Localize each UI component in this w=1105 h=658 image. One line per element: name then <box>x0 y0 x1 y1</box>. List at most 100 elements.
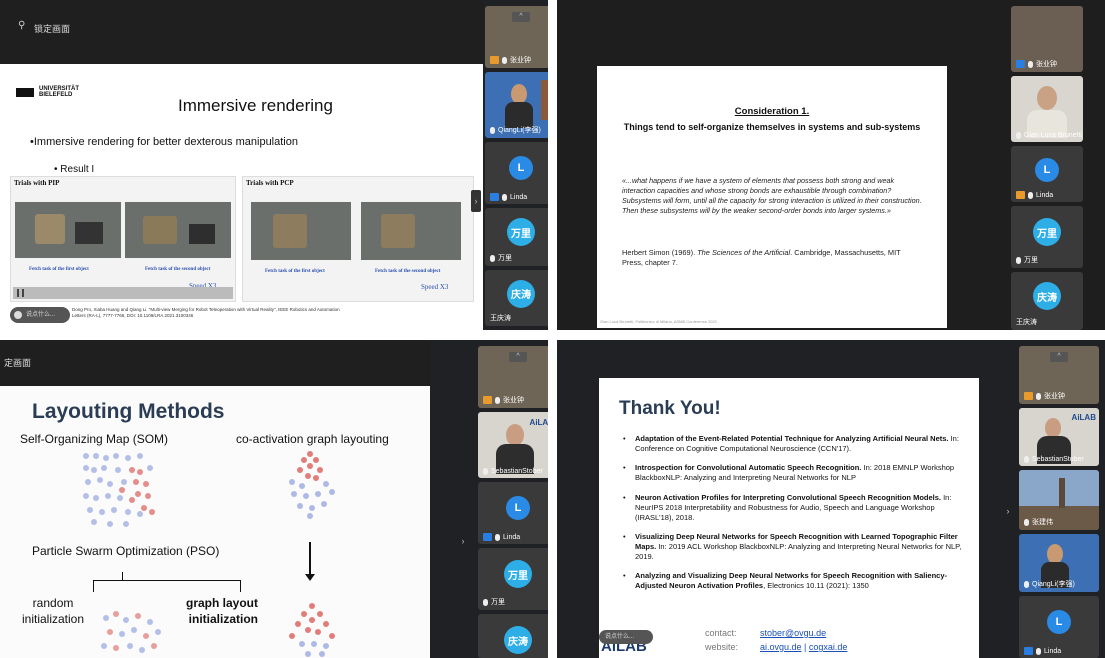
slide-subbullet: • Result I <box>54 164 95 175</box>
participant-tile[interactable]: 庆涛 王庆涛 <box>1011 272 1083 330</box>
participant-tile[interactable]: QiangLi(李强) <box>1019 534 1099 592</box>
participant-tile[interactable]: ^ 张业钟 <box>478 346 548 408</box>
host-icon <box>1016 60 1025 68</box>
mic-icon <box>1024 580 1029 588</box>
mic-icon <box>1036 392 1041 400</box>
video-controls[interactable] <box>13 287 233 299</box>
participant-strip: ^ 张业钟 AiLAB SebastianStober L Linda 万里 万… <box>478 346 548 658</box>
avatar: 万里 <box>504 560 532 589</box>
participant-strip: ^ 张业钟 QiangLi(李强) L Linda 万里 万里 庆涛 王庆涛 <box>485 6 548 330</box>
graph-layout-label: graph layout initialization <box>186 596 259 626</box>
avatar: 庆涛 <box>507 279 535 308</box>
mic-icon <box>1024 456 1029 463</box>
participant-tile[interactable]: L Linda <box>1011 146 1083 202</box>
participant-tile[interactable]: 万里 万里 <box>478 548 548 610</box>
mic-icon <box>483 598 488 606</box>
expand-icon[interactable]: ^ <box>512 12 530 22</box>
meeting-window-1: ⚲ 锁定画面 UNIVERSITÄT BIELEFELD Immersive r… <box>0 0 548 330</box>
participant-tile[interactable]: AiLAB SebastianStober <box>478 412 548 478</box>
avatar: 庆涛 <box>1033 282 1061 311</box>
caption: Fetch task of the second object <box>375 269 441 274</box>
participant-tile[interactable]: Gian Luca Brunetti <box>1011 76 1083 142</box>
video-frame <box>125 202 231 258</box>
slide-quote: «...what happens if we have a system of … <box>622 176 922 215</box>
pso-tree <box>93 572 243 592</box>
participant-strip: 张业钟 Gian Luca Brunetti L Linda 万里 万里 庆涛 … <box>1011 6 1083 330</box>
mic-icon <box>1016 132 1021 139</box>
caption: Fetch task of the first object <box>265 269 325 274</box>
participant-tile[interactable]: AiLAB SebastianStober <box>1019 408 1099 466</box>
participant-strip: ^ 张业钟 AiLAB SebastianStober 张建伟 QiangLi(… <box>1019 346 1099 658</box>
participant-tile[interactable]: ^ 张业钟 <box>1019 346 1099 404</box>
website-row: website: ai.ovgu.de | cogxai.de <box>705 642 848 652</box>
avatar: L <box>1047 610 1071 635</box>
chat-input[interactable]: 说点什么... <box>599 630 653 644</box>
website-link[interactable]: cogxai.de <box>809 642 848 652</box>
collapse-arrow[interactable]: › <box>1003 500 1013 522</box>
participant-tile[interactable]: L Linda <box>478 482 548 544</box>
slide-footer: Gian Luca Brunetti, Politecnico di Milan… <box>600 319 717 324</box>
mic-icon <box>1016 256 1021 264</box>
toolbar-title[interactable]: 锁定画面 <box>34 22 70 35</box>
website-link[interactable]: ai.ovgu.de <box>760 642 802 652</box>
participant-tile[interactable]: 张业钟 <box>1011 6 1083 72</box>
university-logo: UNIVERSITÄT BIELEFELD <box>16 86 79 98</box>
pin-icon[interactable]: ⚲ <box>18 20 25 31</box>
expand-icon[interactable]: ^ <box>1050 352 1068 362</box>
host-icon <box>490 193 499 201</box>
random-init-visualization <box>101 611 161 653</box>
mic-icon <box>483 468 488 475</box>
participant-tile[interactable]: 张建伟 <box>1019 470 1099 530</box>
meeting-window-3: 定画面 Layouting Methods Self-Organizing Ma… <box>0 340 548 658</box>
down-arrow <box>309 542 311 576</box>
panel-title: Trials with PCP <box>246 179 294 187</box>
mic-icon <box>502 193 507 201</box>
chat-input[interactable]: 说点什么... <box>10 307 70 323</box>
contact-link[interactable]: stober@ovgu.de <box>760 628 826 638</box>
avatar: L <box>509 156 533 181</box>
toolbar-title[interactable]: 定画面 <box>4 356 31 369</box>
mic-icon <box>495 396 500 404</box>
participant-tile[interactable]: 庆涛 <box>478 614 548 658</box>
participant-tile[interactable]: 万里 万里 <box>485 208 548 266</box>
toolbar: 定画面 <box>0 340 430 386</box>
participant-tile[interactable]: 万里 万里 <box>1011 206 1083 268</box>
participant-tile[interactable]: L Linda <box>485 142 548 204</box>
host-icon <box>483 396 492 404</box>
mic-icon <box>502 56 507 64</box>
participant-tile[interactable]: ^ 张业钟 <box>485 6 548 68</box>
avatar: 庆涛 <box>504 626 532 655</box>
participant-tile[interactable]: 庆涛 王庆涛 <box>485 270 548 326</box>
collapse-arrow[interactable]: › <box>458 530 468 552</box>
slide-subheading: Things tend to self-organize themselves … <box>623 122 921 132</box>
host-icon <box>1024 647 1033 655</box>
host-icon <box>490 56 499 64</box>
ailab-logo: AiLAB <box>1071 413 1096 422</box>
avatar: L <box>506 496 530 521</box>
mic-icon <box>490 254 495 262</box>
slide-footer: Dong Pro, Xiaba Huang and Qiang Li. "Mul… <box>72 307 340 319</box>
caption: Fetch task of the first object <box>29 267 89 272</box>
mic-icon <box>1028 60 1033 68</box>
host-icon <box>1024 392 1033 400</box>
caption: Fetch task of the second object <box>145 267 211 272</box>
contact-row: contact: stober@ovgu.de <box>705 628 827 638</box>
reference-item: • Neuron Activation Profiles for Interpre… <box>623 492 952 522</box>
shared-slide: Consideration 1. Things tend to self-org… <box>597 66 947 328</box>
coact-label: co-activation graph layouting <box>236 432 389 446</box>
participant-tile[interactable]: QiangLi(李强) <box>485 72 548 138</box>
mic-icon <box>495 533 500 541</box>
ailab-logo: AiLAB <box>529 418 548 427</box>
shared-slide: UNIVERSITÄT BIELEFELD Immersive renderin… <box>0 64 483 330</box>
host-icon <box>483 533 492 541</box>
slide-title: Immersive rendering <box>178 96 333 115</box>
coactivation-visualization <box>289 451 335 519</box>
collapse-arrow[interactable]: › <box>471 190 481 212</box>
down-arrow-head <box>305 574 315 581</box>
expand-icon[interactable]: ^ <box>509 352 527 362</box>
participant-tile[interactable]: L Linda <box>1019 596 1099 658</box>
pause-icon[interactable] <box>17 289 24 297</box>
reference-item: • Adaptation of the Event-Related Potenti… <box>623 434 959 454</box>
chat-icon <box>14 311 22 319</box>
meeting-window-2: Consideration 1. Things tend to self-org… <box>557 0 1105 330</box>
